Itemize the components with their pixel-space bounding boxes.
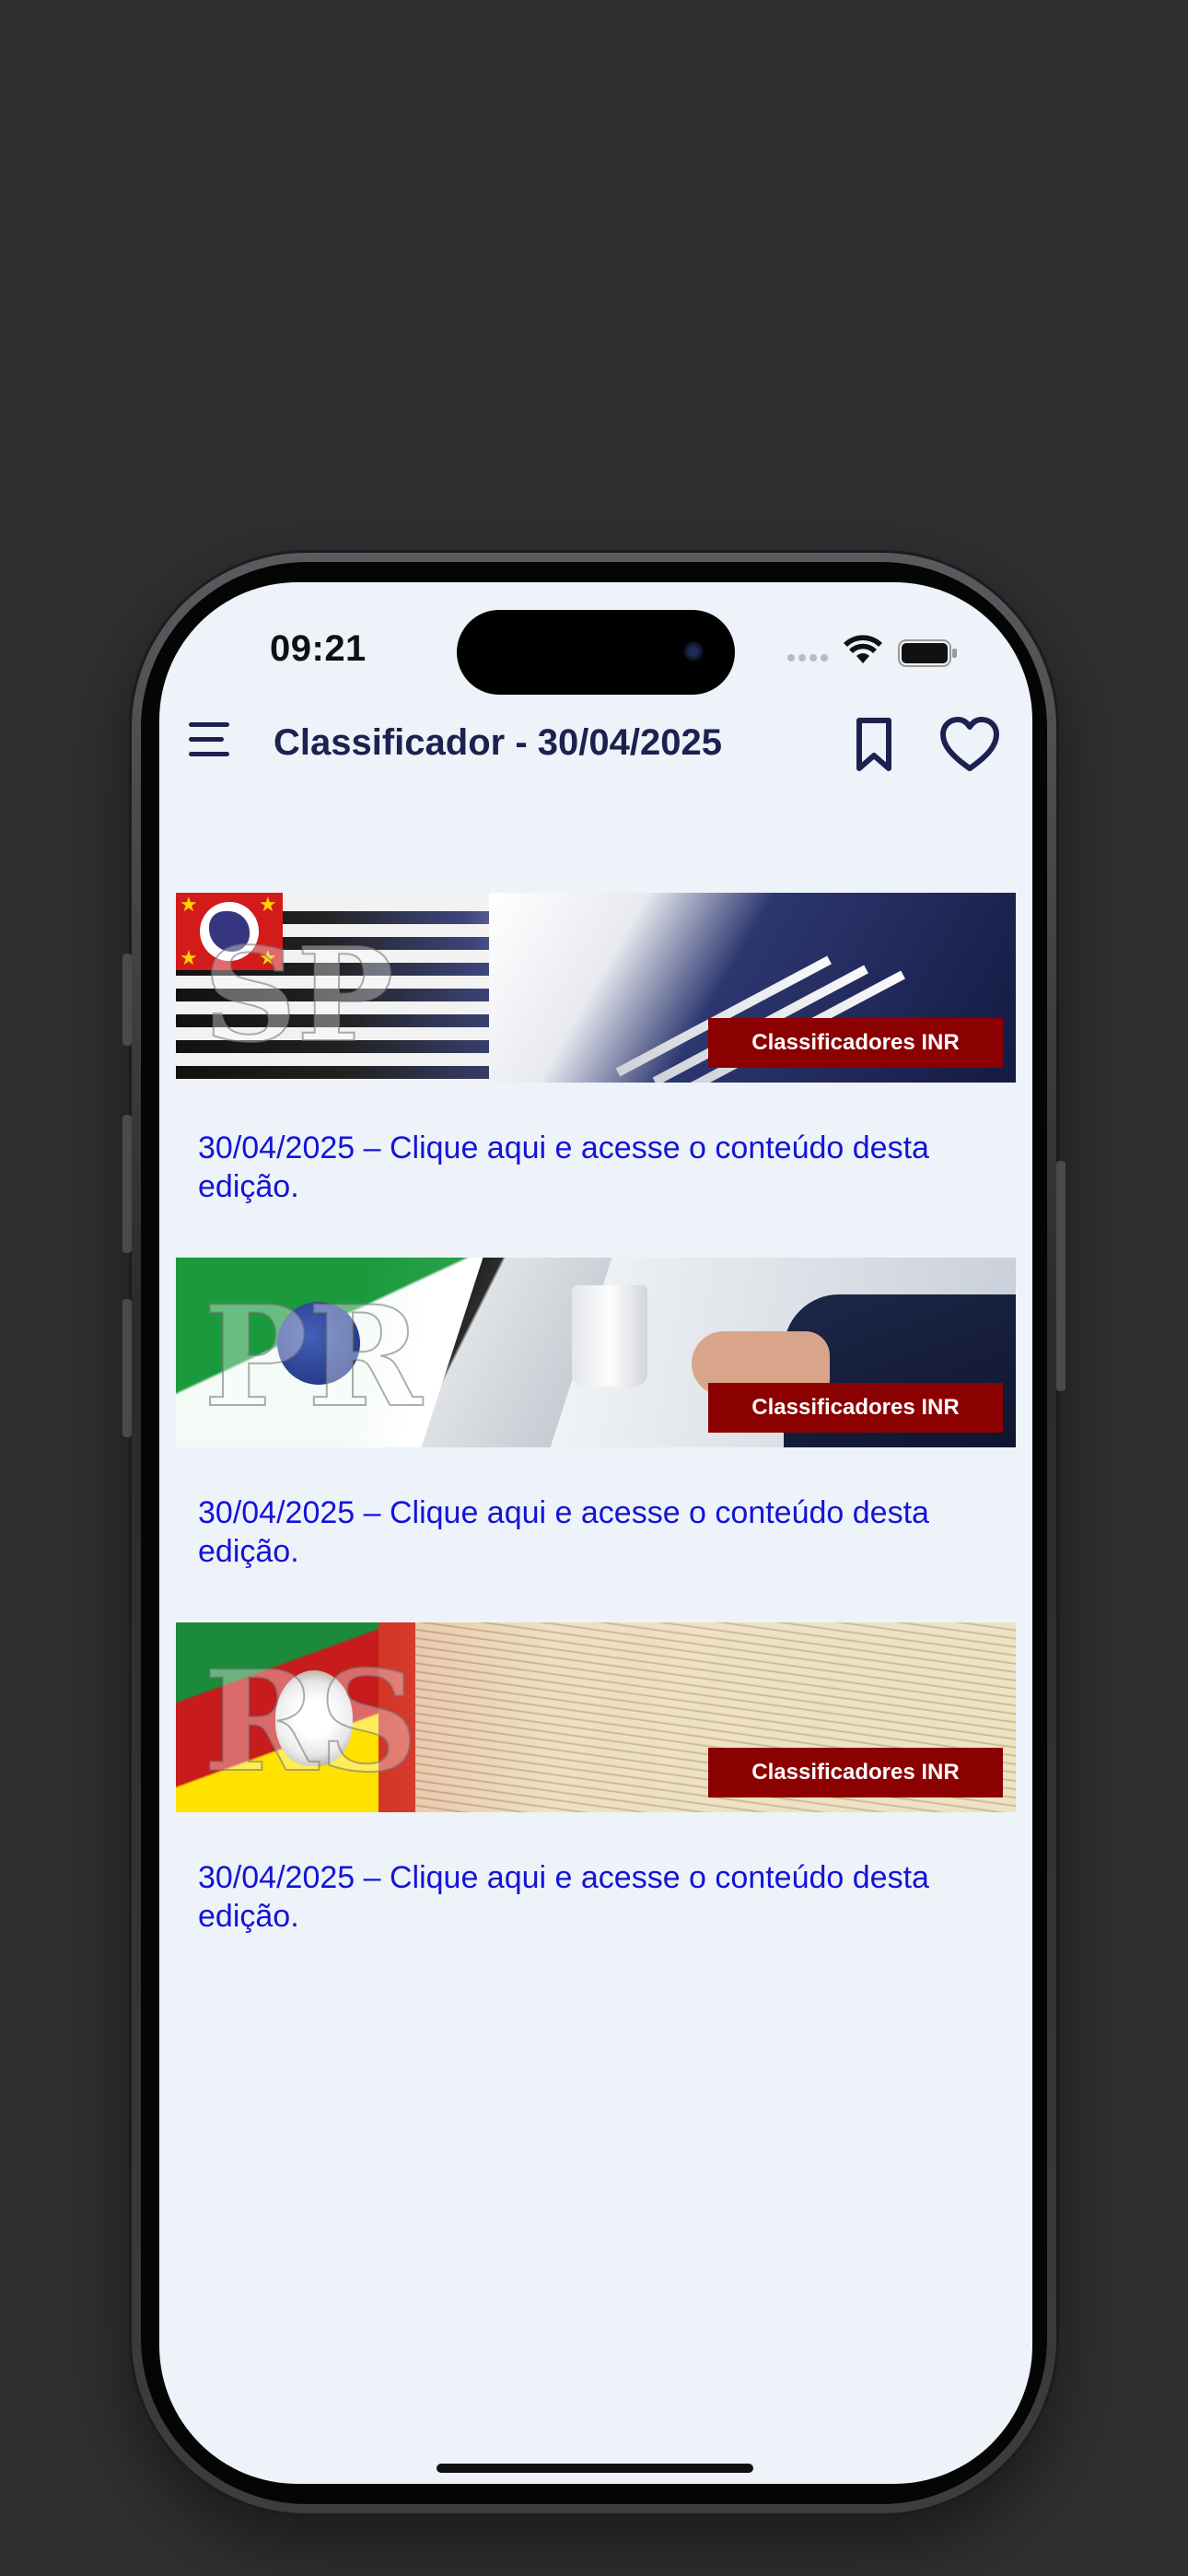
menu-icon-bar [189, 737, 224, 742]
edition-link[interactable]: 30/04/2025 – Clique aqui e acesse o cont… [198, 1493, 994, 1571]
menu-icon-bar [189, 722, 229, 727]
app-bar: Classificador - 30/04/2025 [159, 693, 1032, 794]
banner-label: Classificadores INR [708, 1383, 1003, 1433]
volume-up-button [122, 1115, 132, 1253]
edition-card-sp: ★ ★ ★ ★ SP Classificadores INR 30/04/202… [176, 893, 1016, 1206]
banner-pr[interactable]: PR Classificadores INR [176, 1258, 1016, 1447]
banner-sp[interactable]: ★ ★ ★ ★ SP Classificadores INR [176, 893, 1016, 1083]
banner-state-letters: PR [203, 1275, 423, 1439]
cellular-signal-icon [787, 654, 828, 662]
menu-button[interactable] [189, 722, 233, 759]
battery-icon [898, 639, 957, 667]
status-time: 09:21 [270, 628, 367, 669]
front-camera [683, 641, 704, 662]
heart-icon[interactable] [938, 715, 1001, 774]
power-button [1056, 1161, 1066, 1391]
app-screen: 09:21 Classificador - 30/04/2025 ★ ★ ★ ★… [159, 582, 1032, 2484]
edition-card-rs: RS Classificadores INR 30/04/2025 – Cliq… [176, 1622, 1016, 1936]
home-indicator[interactable] [437, 2464, 753, 2473]
banner-label: Classificadores INR [708, 1018, 1003, 1068]
action-button [122, 954, 132, 1046]
edition-link[interactable]: 30/04/2025 – Clique aqui e acesse o cont… [198, 1858, 994, 1936]
wifi-icon [844, 635, 882, 663]
edition-card-pr: PR Classificadores INR 30/04/2025 – Cliq… [176, 1258, 1016, 1571]
mug-image [572, 1285, 647, 1387]
bookmark-icon[interactable] [848, 715, 900, 774]
menu-icon-bar [189, 752, 229, 756]
banner-state-letters: RS [203, 1640, 419, 1804]
page-title: Classificador - 30/04/2025 [274, 722, 722, 763]
volume-down-button [122, 1299, 132, 1437]
banner-rs[interactable]: RS Classificadores INR [176, 1622, 1016, 1812]
dynamic-island [457, 610, 735, 695]
banner-state-letters: SP [203, 919, 394, 1072]
banner-label: Classificadores INR [708, 1748, 1003, 1797]
edition-link[interactable]: 30/04/2025 – Clique aqui e acesse o cont… [198, 1129, 994, 1206]
